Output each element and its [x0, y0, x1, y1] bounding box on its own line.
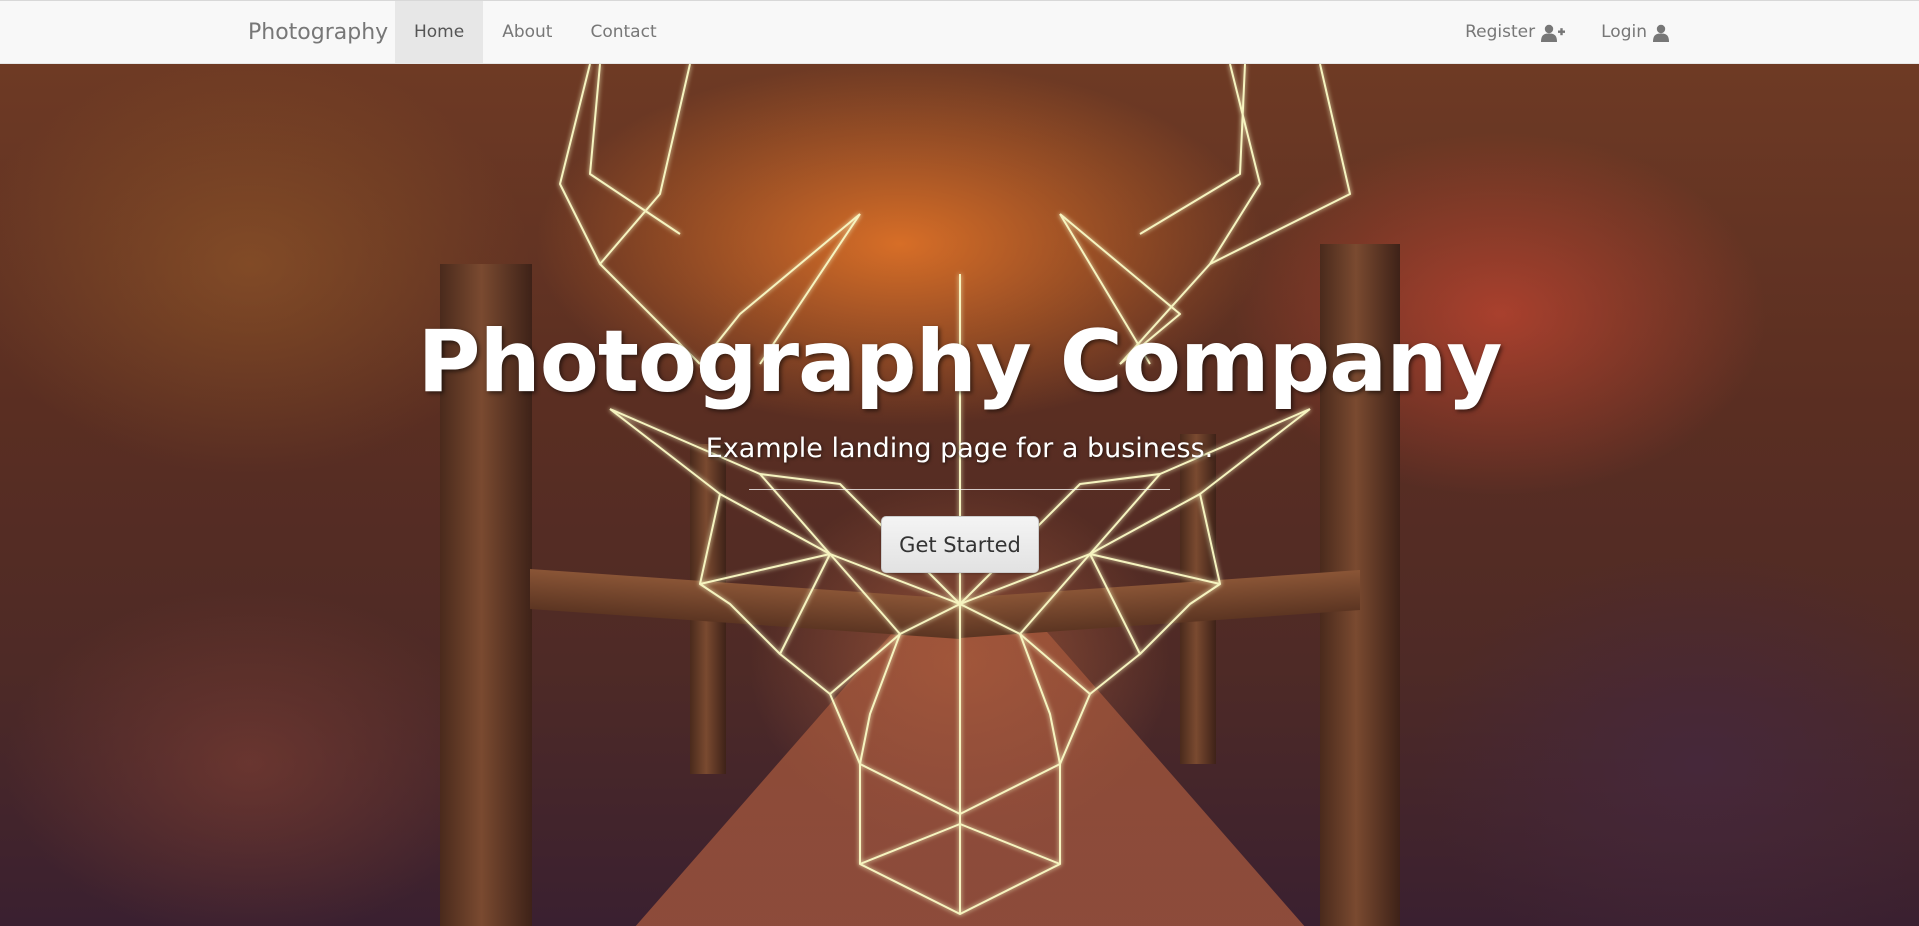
hero-title: Photography Company: [417, 312, 1502, 412]
hero-section: Photography Company Example landing page…: [0, 64, 1919, 926]
navbar-container: Photography Home About Contact Register: [232, 1, 1687, 65]
nav-links: Home About Contact: [395, 1, 676, 64]
hero-divider: [749, 489, 1170, 490]
user-plus-icon: [1541, 24, 1566, 42]
user-icon: [1653, 24, 1669, 42]
navbar-brand[interactable]: Photography: [248, 1, 388, 64]
hero-subtitle: Example landing page for a business.: [705, 433, 1214, 464]
register-label: Register: [1465, 22, 1536, 42]
navbar: Photography Home About Contact Register: [0, 0, 1919, 64]
nav-auth-links: Register Login: [1447, 1, 1687, 64]
nav-link-contact[interactable]: Contact: [571, 1, 675, 64]
nav-link-about[interactable]: About: [483, 1, 571, 64]
hero-content: Photography Company Example landing page…: [0, 64, 1919, 926]
nav-link-login[interactable]: Login: [1583, 1, 1687, 64]
get-started-button[interactable]: Get Started: [881, 516, 1039, 573]
nav-link-home[interactable]: Home: [395, 1, 484, 64]
login-label: Login: [1601, 22, 1647, 42]
nav-link-register[interactable]: Register: [1447, 1, 1583, 64]
